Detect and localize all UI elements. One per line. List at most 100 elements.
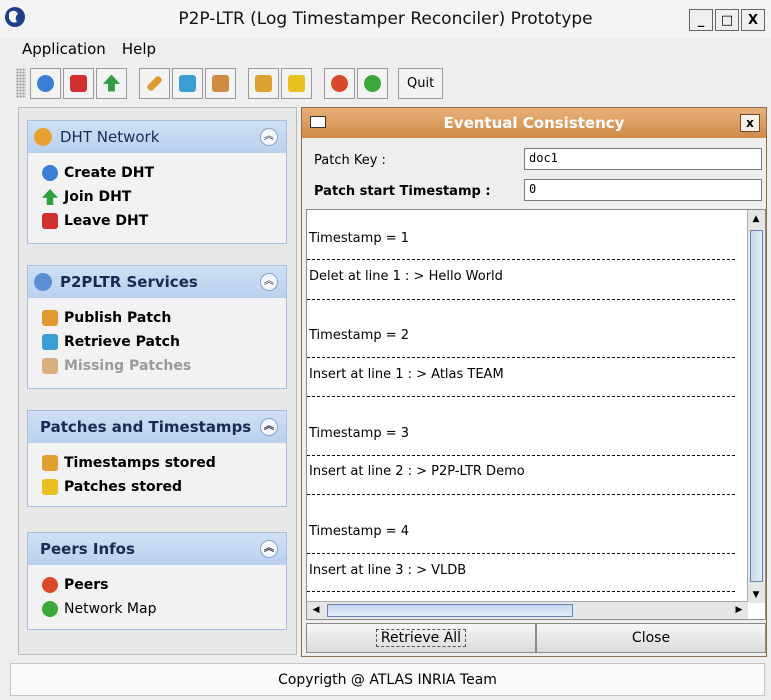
- copyright-footer: Copyrigth @ ATLAS INRIA Team: [10, 663, 765, 696]
- patch-key-input[interactable]: doc1: [524, 148, 762, 170]
- quit-button[interactable]: Quit: [398, 67, 444, 99]
- join-dht-tool-button[interactable]: [96, 67, 127, 99]
- group-patches-and-timestamps: Patches and Timestamps ︽ Timestamps stor…: [27, 410, 287, 507]
- separator: [307, 396, 735, 397]
- close-dialog-button[interactable]: Close: [536, 623, 766, 653]
- toolbar: Quit: [16, 64, 444, 102]
- patches-stored-tool-button[interactable]: [281, 67, 312, 99]
- horizontal-scroll-thumb[interactable]: [327, 604, 573, 617]
- create-dht-tool-button[interactable]: [30, 67, 61, 99]
- picture-icon: [42, 334, 58, 350]
- horizontal-scrollbar[interactable]: ◀ ▶: [307, 601, 748, 619]
- peers-tool-button[interactable]: [324, 67, 355, 99]
- flower-icon: [42, 601, 58, 617]
- pencil-icon: [42, 310, 58, 326]
- puzzle-icon: [212, 74, 229, 92]
- network-map-link[interactable]: Network Map: [42, 597, 286, 621]
- timestamps-stored-tool-button[interactable]: [248, 67, 279, 99]
- group-header[interactable]: Peers Infos ︽: [28, 533, 286, 565]
- operation-line: Insert at line 2 : > P2P-LTR Demo: [309, 464, 525, 479]
- globe-icon: [42, 577, 58, 593]
- arrow-up-icon: [103, 74, 120, 92]
- join-dht-link[interactable]: Join DHT: [42, 185, 286, 209]
- group-p2pltr-services: P2PLTR Services ︽ Publish Patch Retrieve…: [27, 265, 287, 389]
- timestamp-line: Timestamp = 4: [309, 524, 409, 539]
- group-title: Peers Infos: [40, 540, 135, 558]
- pencil-icon: [146, 74, 163, 92]
- scroll-left-arrow-icon[interactable]: ◀: [308, 602, 324, 618]
- group-dht-network: DHT Network ︽ Create DHT Join DHT Leave …: [27, 120, 287, 244]
- retrieve-patch-tool-button[interactable]: [172, 67, 203, 99]
- close-window-button[interactable]: X: [741, 9, 765, 31]
- folder-icon: [255, 74, 272, 92]
- megaphone-icon: [70, 74, 87, 92]
- globe-icon: [331, 74, 348, 92]
- create-dht-link[interactable]: Create DHT: [42, 161, 286, 185]
- collapse-icon[interactable]: ︽: [260, 273, 278, 291]
- separator: [307, 455, 735, 456]
- timestamp-line: Timestamp = 3: [309, 426, 409, 441]
- notes-icon: [42, 479, 58, 495]
- puzzle-icon: [42, 358, 58, 374]
- notes-icon: [288, 74, 305, 92]
- network-icon: [34, 128, 52, 146]
- dialog-close-icon[interactable]: x: [740, 114, 760, 132]
- result-text-area[interactable]: Timestamp = 1 Delet at line 1 : > Hello …: [306, 209, 766, 620]
- group-title: Patches and Timestamps: [40, 418, 252, 436]
- collapse-icon[interactable]: ︽: [260, 128, 278, 146]
- close-label: Close: [631, 630, 671, 646]
- toolbar-grip[interactable]: [16, 68, 26, 98]
- window-title: P2P-LTR (Log Timestamper Reconciler) Pro…: [178, 9, 593, 29]
- menu-help[interactable]: Help: [116, 38, 166, 62]
- minimize-button[interactable]: _: [689, 9, 713, 31]
- retrieve-all-button[interactable]: Retrieve All: [306, 623, 536, 653]
- missing-patches-link[interactable]: Missing Patches: [42, 354, 286, 378]
- timestamp-line: Timestamp = 2: [309, 328, 409, 343]
- scroll-down-arrow-icon[interactable]: ▼: [748, 587, 764, 603]
- publish-patch-tool-button[interactable]: [139, 67, 170, 99]
- collapse-icon[interactable]: ︽: [260, 418, 278, 436]
- operation-line: Insert at line 1 : > Atlas TEAM: [309, 367, 504, 382]
- patch-start-timestamp-input[interactable]: 0: [524, 179, 762, 201]
- dialog-title-bar[interactable]: Eventual Consistency x: [302, 108, 766, 138]
- group-header[interactable]: Patches and Timestamps ︽: [28, 411, 286, 443]
- services-icon: [34, 273, 52, 291]
- group-peers-infos: Peers Infos ︽ Peers Network Map: [27, 532, 287, 630]
- gear-icon: [37, 74, 54, 92]
- window-menu-icon[interactable]: [310, 116, 326, 128]
- megaphone-icon: [42, 213, 58, 229]
- maximize-button[interactable]: □: [715, 9, 739, 31]
- patch-start-timestamp-label: Patch start Timestamp :: [314, 183, 491, 199]
- folder-icon: [42, 455, 58, 471]
- vertical-scroll-thumb[interactable]: [750, 230, 763, 582]
- scroll-right-arrow-icon[interactable]: ▶: [731, 602, 747, 618]
- patches-stored-link[interactable]: Patches stored: [42, 475, 286, 499]
- title-bar: P2P-LTR (Log Timestamper Reconciler) Pro…: [0, 0, 771, 38]
- scroll-up-arrow-icon[interactable]: ▲: [748, 211, 764, 227]
- task-panel: DHT Network ︽ Create DHT Join DHT Leave …: [18, 107, 297, 655]
- peers-link[interactable]: Peers: [42, 573, 286, 597]
- collapse-icon[interactable]: ︽: [260, 540, 278, 558]
- vertical-scrollbar[interactable]: ▲ ▼: [747, 210, 765, 603]
- leave-dht-tool-button[interactable]: [63, 67, 94, 99]
- network-map-tool-button[interactable]: [357, 67, 388, 99]
- publish-patch-link[interactable]: Publish Patch: [42, 306, 286, 330]
- group-title: P2PLTR Services: [60, 273, 198, 291]
- missing-patches-tool-button[interactable]: [205, 67, 236, 99]
- gear-icon: [42, 165, 58, 181]
- operation-line: Insert at line 3 : > VLDB: [309, 563, 467, 578]
- timestamps-stored-link[interactable]: Timestamps stored: [42, 451, 286, 475]
- separator: [307, 357, 735, 358]
- leave-dht-link[interactable]: Leave DHT: [42, 209, 286, 233]
- flower-icon: [364, 74, 381, 92]
- group-title: DHT Network: [60, 128, 160, 146]
- separator: [307, 299, 735, 300]
- separator: [307, 553, 735, 554]
- retrieve-patch-link[interactable]: Retrieve Patch: [42, 330, 286, 354]
- group-header[interactable]: DHT Network ︽: [28, 121, 286, 153]
- menu-bar: Application Help: [0, 38, 771, 62]
- group-header[interactable]: P2PLTR Services ︽: [28, 266, 286, 298]
- separator: [307, 259, 735, 260]
- separator: [307, 494, 735, 495]
- menu-application[interactable]: Application: [0, 38, 116, 62]
